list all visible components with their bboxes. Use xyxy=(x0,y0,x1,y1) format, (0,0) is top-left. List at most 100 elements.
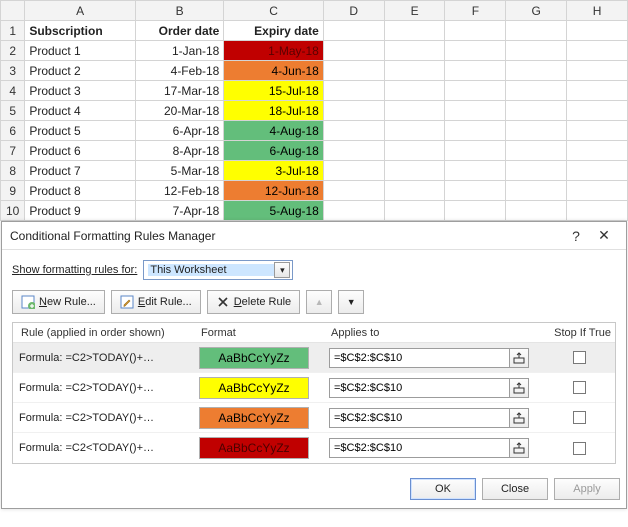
row-header[interactable]: 8 xyxy=(1,161,25,181)
move-up-button[interactable]: ▲ xyxy=(306,290,332,314)
select-all-corner[interactable] xyxy=(1,1,25,21)
close-button[interactable]: Close xyxy=(482,478,548,500)
chevron-down-icon[interactable]: ▾ xyxy=(274,262,290,278)
help-button[interactable]: ? xyxy=(562,228,590,244)
rule-row[interactable]: Formula: =C2>TODAY()+…AaBbCcYyZz xyxy=(13,373,615,403)
row-header[interactable]: 7 xyxy=(1,141,25,161)
cell[interactable] xyxy=(323,161,384,181)
cell[interactable]: 18-Jul-18 xyxy=(224,101,324,121)
cell[interactable] xyxy=(445,41,506,61)
row-header[interactable]: 4 xyxy=(1,81,25,101)
cell[interactable]: Product 4 xyxy=(25,101,136,121)
cell[interactable] xyxy=(384,121,445,141)
row-header[interactable]: 9 xyxy=(1,181,25,201)
cell[interactable] xyxy=(506,21,567,41)
cell[interactable] xyxy=(384,61,445,81)
cell[interactable] xyxy=(384,21,445,41)
cell[interactable] xyxy=(567,181,628,201)
cell[interactable] xyxy=(384,201,445,221)
cell[interactable]: Product 6 xyxy=(25,141,136,161)
cell[interactable]: 7-Apr-18 xyxy=(135,201,223,221)
cell[interactable]: 3-Jul-18 xyxy=(224,161,324,181)
cell[interactable]: Product 1 xyxy=(25,41,136,61)
range-picker-icon[interactable] xyxy=(509,348,529,368)
cell[interactable] xyxy=(506,141,567,161)
cell[interactable]: Product 2 xyxy=(25,61,136,81)
col-header[interactable]: H xyxy=(567,1,628,21)
stop-if-true-checkbox[interactable] xyxy=(573,351,586,364)
cell[interactable]: Product 5 xyxy=(25,121,136,141)
row-header[interactable]: 10 xyxy=(1,201,25,221)
cell[interactable] xyxy=(567,141,628,161)
cell[interactable] xyxy=(506,61,567,81)
applies-to-input[interactable] xyxy=(329,378,509,398)
sheet-row[interactable]: 8Product 75-Mar-183-Jul-18 xyxy=(1,161,628,181)
cell[interactable]: Expiry date xyxy=(224,21,324,41)
cell[interactable] xyxy=(445,161,506,181)
rule-row[interactable]: Formula: =C2>TODAY()+…AaBbCcYyZz xyxy=(13,343,615,373)
cell[interactable] xyxy=(384,41,445,61)
cell[interactable]: Product 8 xyxy=(25,181,136,201)
col-header[interactable]: A xyxy=(25,1,136,21)
sheet-row[interactable]: 7Product 68-Apr-186-Aug-18 xyxy=(1,141,628,161)
cell[interactable] xyxy=(323,81,384,101)
cell[interactable] xyxy=(323,61,384,81)
rule-row[interactable]: Formula: =C2>TODAY()+…AaBbCcYyZz xyxy=(13,403,615,433)
cell[interactable] xyxy=(445,181,506,201)
cell[interactable] xyxy=(384,141,445,161)
sheet-row[interactable]: 6Product 56-Apr-184-Aug-18 xyxy=(1,121,628,141)
row-header[interactable]: 6 xyxy=(1,121,25,141)
applies-to-input[interactable] xyxy=(329,348,509,368)
cell[interactable] xyxy=(323,21,384,41)
col-header[interactable]: D xyxy=(323,1,384,21)
new-rule-button[interactable]: New Rule... xyxy=(12,290,105,314)
cell[interactable]: 8-Apr-18 xyxy=(135,141,223,161)
cell[interactable] xyxy=(384,81,445,101)
scope-combo[interactable]: This Worksheet ▾ xyxy=(143,260,293,280)
move-down-button[interactable]: ▼ xyxy=(338,290,364,314)
cell[interactable] xyxy=(506,181,567,201)
cell[interactable] xyxy=(384,101,445,121)
row-header[interactable]: 2 xyxy=(1,41,25,61)
cell[interactable]: 4-Jun-18 xyxy=(224,61,324,81)
cell[interactable]: 1-Jan-18 xyxy=(135,41,223,61)
cell[interactable]: 4-Aug-18 xyxy=(224,121,324,141)
sheet-row[interactable]: 2Product 11-Jan-181-May-18 xyxy=(1,41,628,61)
cell[interactable] xyxy=(567,121,628,141)
stop-if-true-checkbox[interactable] xyxy=(573,411,586,424)
edit-rule-button[interactable]: Edit Rule... xyxy=(111,290,201,314)
cell[interactable] xyxy=(567,61,628,81)
ok-button[interactable]: OK xyxy=(410,478,476,500)
cell[interactable] xyxy=(384,161,445,181)
cell[interactable] xyxy=(567,201,628,221)
col-header[interactable]: C xyxy=(224,1,324,21)
stop-if-true-checkbox[interactable] xyxy=(573,381,586,394)
cell[interactable] xyxy=(445,121,506,141)
delete-rule-button[interactable]: Delete Rule xyxy=(207,290,301,314)
sheet-row[interactable]: 1SubscriptionOrder dateExpiry date xyxy=(1,21,628,41)
cell[interactable]: 6-Aug-18 xyxy=(224,141,324,161)
cell[interactable]: 5-Aug-18 xyxy=(224,201,324,221)
sheet-row[interactable]: 3Product 24-Feb-184-Jun-18 xyxy=(1,61,628,81)
cell[interactable] xyxy=(567,101,628,121)
cell[interactable] xyxy=(506,201,567,221)
cell[interactable] xyxy=(567,21,628,41)
col-header[interactable]: G xyxy=(506,1,567,21)
rule-row[interactable]: Formula: =C2<TODAY()+…AaBbCcYyZz xyxy=(13,433,615,463)
cell[interactable] xyxy=(445,81,506,101)
row-header[interactable]: 1 xyxy=(1,21,25,41)
stop-if-true-checkbox[interactable] xyxy=(573,442,586,455)
row-header[interactable]: 3 xyxy=(1,61,25,81)
cell[interactable]: 5-Mar-18 xyxy=(135,161,223,181)
cell[interactable]: 4-Feb-18 xyxy=(135,61,223,81)
cell[interactable]: Subscription xyxy=(25,21,136,41)
sheet-row[interactable]: 9Product 812-Feb-1812-Jun-18 xyxy=(1,181,628,201)
cell[interactable] xyxy=(567,81,628,101)
cell[interactable] xyxy=(445,61,506,81)
applies-to-input[interactable] xyxy=(329,438,509,458)
cell[interactable]: Product 7 xyxy=(25,161,136,181)
close-icon[interactable]: ✕ xyxy=(590,227,618,244)
cell[interactable]: 6-Apr-18 xyxy=(135,121,223,141)
cell[interactable]: 20-Mar-18 xyxy=(135,101,223,121)
column-header-row[interactable]: A B C D E F G H xyxy=(1,1,628,21)
